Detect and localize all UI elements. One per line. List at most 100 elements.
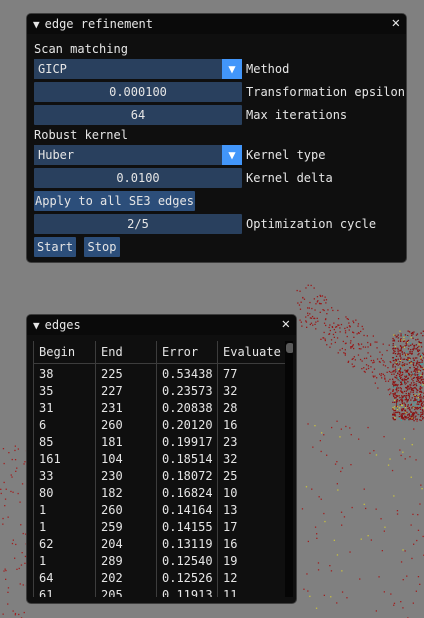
- evaluate-cell: 12: [223, 571, 238, 585]
- table-row[interactable]: 62 204 0.13119 16: [33, 536, 293, 553]
- end-cell: 230: [101, 469, 123, 483]
- evaluate-cell: 19: [223, 554, 238, 568]
- column-header-evaluate[interactable]: Evaluate: [219, 341, 281, 363]
- edge-refinement-titlebar[interactable]: ▼ edge refinement ✕: [27, 14, 406, 34]
- evaluate-cell: 11: [223, 588, 238, 597]
- begin-cell: 1: [39, 520, 47, 534]
- chevron-down-icon[interactable]: ▼: [222, 145, 242, 165]
- error-cell: 0.14164: [162, 503, 213, 517]
- end-cell: 181: [101, 435, 123, 449]
- evaluate-cell: 13: [223, 503, 238, 517]
- error-cell: 0.16824: [162, 486, 213, 500]
- max-iterations-label: Max iterations: [246, 108, 348, 122]
- evaluate-cell: 32: [223, 452, 238, 466]
- table-row[interactable]: 1 289 0.12540 19: [33, 553, 293, 570]
- end-cell: 225: [101, 367, 123, 381]
- method-combo[interactable]: GICP ▼: [34, 59, 242, 79]
- collapse-triangle-icon[interactable]: ▼: [33, 319, 40, 332]
- edge-refinement-window: ▼ edge refinement ✕ Scan matching GICP ▼…: [26, 13, 407, 263]
- begin-cell: 6: [39, 418, 47, 432]
- table-row[interactable]: 61 205 0.11913 11: [33, 587, 293, 597]
- begin-cell: 85: [39, 435, 54, 449]
- end-cell: 182: [101, 486, 123, 500]
- edges-titlebar[interactable]: ▼ edges ✕: [27, 315, 296, 335]
- table-row[interactable]: 161 104 0.18514 32: [33, 451, 293, 468]
- transformation-epsilon-input[interactable]: 0.000100: [34, 82, 242, 102]
- close-icon[interactable]: ✕: [392, 15, 400, 31]
- end-cell: 289: [101, 554, 123, 568]
- begin-cell: 35: [39, 384, 54, 398]
- evaluate-cell: 32: [223, 384, 238, 398]
- chevron-down-icon[interactable]: ▼: [222, 59, 242, 79]
- method-value: GICP: [38, 62, 67, 76]
- begin-cell: 62: [39, 537, 54, 551]
- method-label: Method: [246, 62, 290, 76]
- table-row[interactable]: 80 182 0.16824 10: [33, 485, 293, 502]
- scrollbar-thumb[interactable]: [286, 343, 293, 353]
- close-icon[interactable]: ✕: [282, 316, 290, 332]
- error-cell: 0.20838: [162, 401, 213, 415]
- end-cell: 205: [101, 588, 123, 597]
- kernel-delta-input[interactable]: 0.0100: [34, 168, 242, 188]
- begin-cell: 80: [39, 486, 54, 500]
- end-cell: 231: [101, 401, 123, 415]
- kernel-type-value: Huber: [38, 148, 75, 162]
- begin-cell: 38: [39, 367, 54, 381]
- column-header-error[interactable]: Error: [158, 341, 198, 363]
- window-title: edges: [44, 318, 81, 332]
- evaluate-cell: 16: [223, 418, 238, 432]
- kernel-delta-label: Kernel delta: [246, 171, 333, 185]
- error-cell: 0.23573: [162, 384, 213, 398]
- end-cell: 202: [101, 571, 123, 585]
- column-header-begin[interactable]: Begin: [35, 341, 75, 363]
- table-row[interactable]: 1 260 0.14164 13: [33, 502, 293, 519]
- column-header-end[interactable]: End: [97, 341, 123, 363]
- table-row[interactable]: 31 231 0.20838 28: [33, 400, 293, 417]
- evaluate-cell: 28: [223, 401, 238, 415]
- error-cell: 0.18072: [162, 469, 213, 483]
- evaluate-cell: 10: [223, 486, 238, 500]
- optimization-cycle-slider[interactable]: 2/5: [34, 214, 242, 234]
- start-button[interactable]: Start: [34, 237, 76, 257]
- begin-cell: 33: [39, 469, 54, 483]
- error-cell: 0.20120: [162, 418, 213, 432]
- error-cell: 0.12540: [162, 554, 213, 568]
- collapse-triangle-icon[interactable]: ▼: [33, 18, 40, 31]
- table-row[interactable]: 64 202 0.12526 12: [33, 570, 293, 587]
- evaluate-cell: 25: [223, 469, 238, 483]
- error-cell: 0.13119: [162, 537, 213, 551]
- table-header: Begin End Error Evaluate: [33, 341, 293, 364]
- error-cell: 0.19917: [162, 435, 213, 449]
- max-iterations-input[interactable]: 64: [34, 105, 242, 125]
- begin-cell: 1: [39, 503, 47, 517]
- error-cell: 0.11913: [162, 588, 213, 597]
- apply-all-se3-edges-button[interactable]: Apply to all SE3 edges: [34, 191, 195, 211]
- table-row[interactable]: 85 181 0.19917 23: [33, 434, 293, 451]
- begin-cell: 31: [39, 401, 54, 415]
- table-row[interactable]: 1 259 0.14155 17: [33, 519, 293, 536]
- end-cell: 204: [101, 537, 123, 551]
- end-cell: 260: [101, 503, 123, 517]
- evaluate-cell: 16: [223, 537, 238, 551]
- edges-table[interactable]: Begin End Error Evaluate 38 225 0.53438 77 3…: [33, 341, 293, 597]
- error-cell: 0.18514: [162, 452, 213, 466]
- table-row[interactable]: 6 260 0.20120 16: [33, 417, 293, 434]
- stop-button[interactable]: Stop: [84, 237, 120, 257]
- error-cell: 0.12526: [162, 571, 213, 585]
- begin-cell: 1: [39, 554, 47, 568]
- table-row[interactable]: 35 227 0.23573 32: [33, 383, 293, 400]
- transformation-epsilon-label: Transformation epsilon: [246, 85, 405, 99]
- begin-cell: 61: [39, 588, 54, 597]
- optimization-cycle-label: Optimization cycle: [246, 217, 377, 231]
- kernel-type-combo[interactable]: Huber ▼: [34, 145, 242, 165]
- begin-cell: 64: [39, 571, 54, 585]
- edges-window: ▼ edges ✕ Begin End Error Evaluate 38 225…: [26, 314, 297, 604]
- end-cell: 227: [101, 384, 123, 398]
- evaluate-cell: 23: [223, 435, 238, 449]
- table-scrollbar[interactable]: [285, 341, 293, 597]
- scan-matching-header: Scan matching: [34, 42, 128, 56]
- table-row[interactable]: 33 230 0.18072 25: [33, 468, 293, 485]
- evaluate-cell: 77: [223, 367, 238, 381]
- end-cell: 259: [101, 520, 123, 534]
- table-row[interactable]: 38 225 0.53438 77: [33, 366, 293, 383]
